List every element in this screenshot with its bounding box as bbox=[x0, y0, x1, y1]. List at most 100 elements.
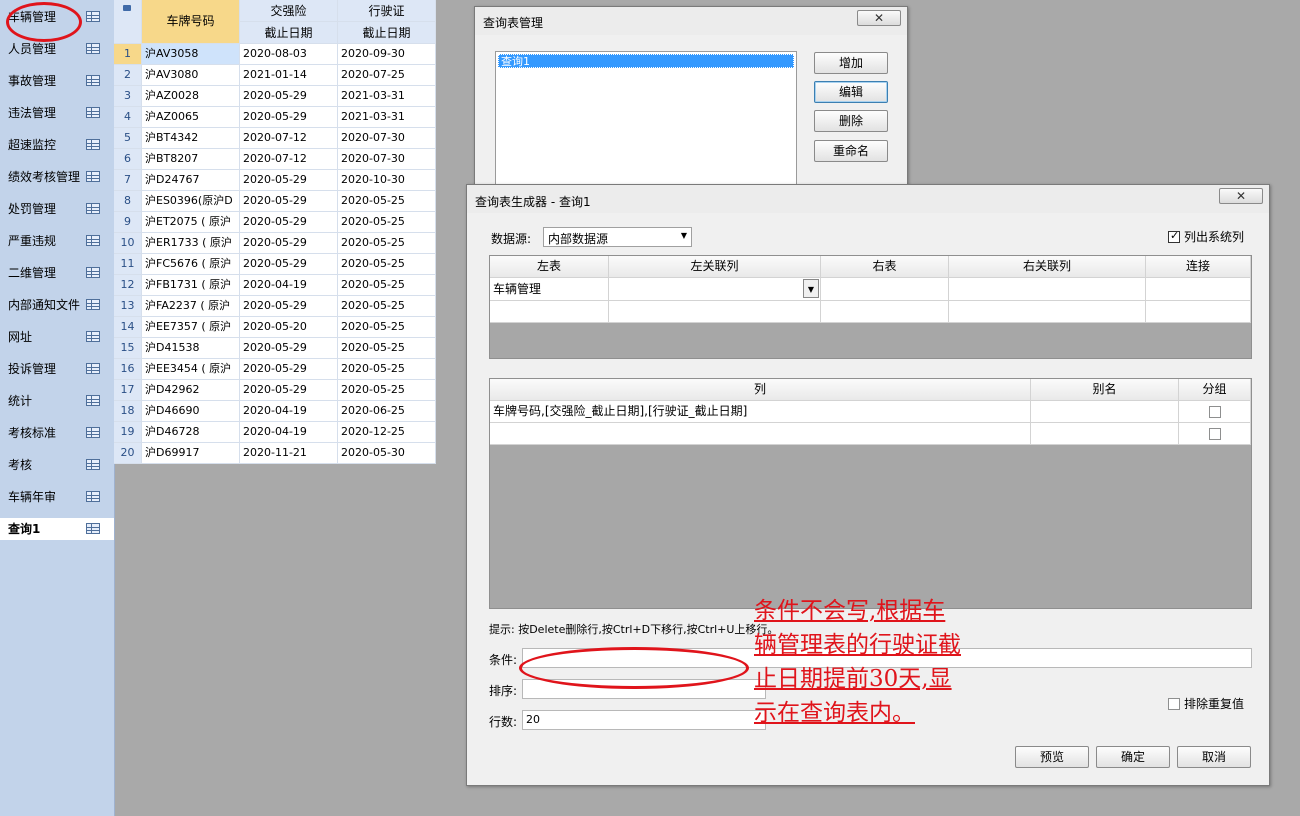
row-number[interactable]: 18 bbox=[114, 401, 142, 422]
row-number[interactable]: 16 bbox=[114, 359, 142, 380]
row-number[interactable]: 20 bbox=[114, 443, 142, 464]
sidebar-item[interactable]: 处罚管理 bbox=[0, 198, 114, 220]
row-number[interactable]: 1 bbox=[114, 44, 142, 65]
group-checkbox[interactable] bbox=[1209, 406, 1221, 418]
query-list-item[interactable]: 查询1 bbox=[498, 54, 794, 68]
cell-license-expiry[interactable]: 2020-05-25 bbox=[338, 212, 436, 233]
datasource-select[interactable]: 内部数据源 ▼ bbox=[543, 227, 692, 247]
cell-license-expiry[interactable]: 2020-05-25 bbox=[338, 338, 436, 359]
cell-license-expiry[interactable]: 2020-12-25 bbox=[338, 422, 436, 443]
join-cell-join-type[interactable] bbox=[1146, 278, 1251, 301]
row-number[interactable]: 5 bbox=[114, 128, 142, 149]
cell-insurance-expiry[interactable]: 2020-05-29 bbox=[240, 86, 338, 107]
sidebar-item[interactable]: 网址 bbox=[0, 326, 114, 348]
cell-insurance-expiry[interactable]: 2020-05-29 bbox=[240, 212, 338, 233]
join-empty-cell[interactable] bbox=[490, 301, 609, 323]
join-cell-left-column[interactable]: ▼ bbox=[609, 278, 821, 301]
cell-insurance-expiry[interactable]: 2020-04-19 bbox=[240, 422, 338, 443]
sidebar-item[interactable]: 事故管理 bbox=[0, 70, 114, 92]
cell-insurance-expiry[interactable]: 2020-07-12 bbox=[240, 128, 338, 149]
columns-empty-cell[interactable] bbox=[1031, 423, 1179, 445]
row-number[interactable]: 13 bbox=[114, 296, 142, 317]
cell-plate[interactable]: 沪AZ0028 bbox=[142, 86, 240, 107]
cell-insurance-expiry[interactable]: 2020-05-29 bbox=[240, 359, 338, 380]
cell-insurance-expiry[interactable]: 2020-05-29 bbox=[240, 170, 338, 191]
cell-insurance-expiry[interactable]: 2020-04-19 bbox=[240, 275, 338, 296]
columns-cell-expression[interactable]: 车牌号码,[交强险_截止日期],[行驶证_截止日期] bbox=[490, 401, 1031, 423]
cell-license-expiry[interactable]: 2020-05-30 bbox=[338, 443, 436, 464]
row-number[interactable]: 14 bbox=[114, 317, 142, 338]
cell-insurance-expiry[interactable]: 2020-05-29 bbox=[240, 254, 338, 275]
cell-insurance-expiry[interactable]: 2020-07-12 bbox=[240, 149, 338, 170]
row-number[interactable]: 2 bbox=[114, 65, 142, 86]
sidebar-item[interactable]: 内部通知文件 bbox=[0, 294, 114, 316]
cell-plate[interactable]: 沪AZ0065 bbox=[142, 107, 240, 128]
cell-plate[interactable]: 沪D46728 bbox=[142, 422, 240, 443]
cell-plate[interactable]: 沪BT4342 bbox=[142, 128, 240, 149]
cell-license-expiry[interactable]: 2020-05-25 bbox=[338, 380, 436, 401]
cell-license-expiry[interactable]: 2020-06-25 bbox=[338, 401, 436, 422]
chevron-down-icon[interactable]: ▼ bbox=[803, 279, 819, 298]
sidebar-item[interactable]: 严重违规 bbox=[0, 230, 114, 252]
cell-insurance-expiry[interactable]: 2020-11-21 bbox=[240, 443, 338, 464]
cell-insurance-expiry[interactable]: 2020-05-29 bbox=[240, 191, 338, 212]
join-empty-cell[interactable] bbox=[949, 301, 1146, 323]
cell-plate[interactable]: 沪AV3058 bbox=[142, 44, 240, 65]
close-icon[interactable]: ✕ bbox=[1219, 188, 1263, 204]
sidebar-item[interactable]: 绩效考核管理 bbox=[0, 166, 114, 188]
sidebar-item[interactable]: 超速监控 bbox=[0, 134, 114, 156]
cell-plate[interactable]: 沪BT8207 bbox=[142, 149, 240, 170]
row-number[interactable]: 12 bbox=[114, 275, 142, 296]
cell-plate[interactable]: 沪D69917 bbox=[142, 443, 240, 464]
cell-license-expiry[interactable]: 2020-05-25 bbox=[338, 317, 436, 338]
sidebar-item[interactable]: 人员管理 bbox=[0, 38, 114, 60]
cancel-button[interactable]: 取消 bbox=[1177, 746, 1251, 768]
cell-plate[interactable]: 沪FC5676 ( 原沪 bbox=[142, 254, 240, 275]
sidebar-item[interactable]: 违法管理 bbox=[0, 102, 114, 124]
join-cell-left-table[interactable]: 车辆管理 bbox=[490, 278, 609, 301]
cell-license-expiry[interactable]: 2020-07-30 bbox=[338, 128, 436, 149]
cell-license-expiry[interactable]: 2020-05-25 bbox=[338, 233, 436, 254]
cell-plate[interactable]: 沪D24767 bbox=[142, 170, 240, 191]
col-subheader-insurance-expiry[interactable]: 截止日期 bbox=[240, 22, 338, 44]
columns-cell-alias[interactable] bbox=[1031, 401, 1179, 423]
cell-license-expiry[interactable]: 2020-07-30 bbox=[338, 149, 436, 170]
delete-button[interactable]: 删除 bbox=[814, 110, 888, 132]
cell-plate[interactable]: 沪EE3454 ( 原沪 bbox=[142, 359, 240, 380]
cell-insurance-expiry[interactable]: 2020-05-29 bbox=[240, 233, 338, 254]
col-header-plate[interactable]: 车牌号码 bbox=[142, 0, 240, 44]
cell-license-expiry[interactable]: 2020-05-25 bbox=[338, 296, 436, 317]
row-number[interactable]: 6 bbox=[114, 149, 142, 170]
sidebar-item[interactable]: 二维管理 bbox=[0, 262, 114, 284]
row-number[interactable]: 19 bbox=[114, 422, 142, 443]
ok-button[interactable]: 确定 bbox=[1096, 746, 1170, 768]
col-subheader-license-expiry[interactable]: 截止日期 bbox=[338, 22, 436, 44]
cell-license-expiry[interactable]: 2020-07-25 bbox=[338, 65, 436, 86]
cell-license-expiry[interactable]: 2020-05-25 bbox=[338, 359, 436, 380]
cell-insurance-expiry[interactable]: 2020-05-29 bbox=[240, 380, 338, 401]
edit-button[interactable]: 编辑 bbox=[814, 81, 888, 103]
cell-license-expiry[interactable]: 2021-03-31 bbox=[338, 86, 436, 107]
join-empty-cell[interactable] bbox=[609, 301, 821, 323]
rows-input[interactable]: 20 bbox=[522, 710, 766, 730]
join-empty-cell[interactable] bbox=[821, 301, 949, 323]
cell-insurance-expiry[interactable]: 2020-04-19 bbox=[240, 401, 338, 422]
row-number[interactable]: 8 bbox=[114, 191, 142, 212]
cell-insurance-expiry[interactable]: 2020-08-03 bbox=[240, 44, 338, 65]
sidebar-item[interactable]: 统计 bbox=[0, 390, 114, 412]
sidebar-item[interactable]: 考核标准 bbox=[0, 422, 114, 444]
col-header-insurance[interactable]: 交强险 bbox=[240, 0, 338, 22]
cell-insurance-expiry[interactable]: 2020-05-29 bbox=[240, 107, 338, 128]
cell-plate[interactable]: 沪ES0396(原沪D bbox=[142, 191, 240, 212]
list-system-cols-checkbox[interactable]: ✓ bbox=[1168, 229, 1180, 243]
row-number[interactable]: 9 bbox=[114, 212, 142, 233]
join-cell-right-table[interactable] bbox=[821, 278, 949, 301]
cell-plate[interactable]: 沪ER1733 ( 原沪 bbox=[142, 233, 240, 254]
cell-plate[interactable]: 沪D41538 bbox=[142, 338, 240, 359]
sidebar-item[interactable]: 车辆年审 bbox=[0, 486, 114, 508]
row-number[interactable]: 17 bbox=[114, 380, 142, 401]
cell-license-expiry[interactable]: 2020-09-30 bbox=[338, 44, 436, 65]
group-checkbox[interactable] bbox=[1209, 428, 1221, 440]
preview-button[interactable]: 预览 bbox=[1015, 746, 1089, 768]
sidebar-item[interactable]: 考核 bbox=[0, 454, 114, 476]
